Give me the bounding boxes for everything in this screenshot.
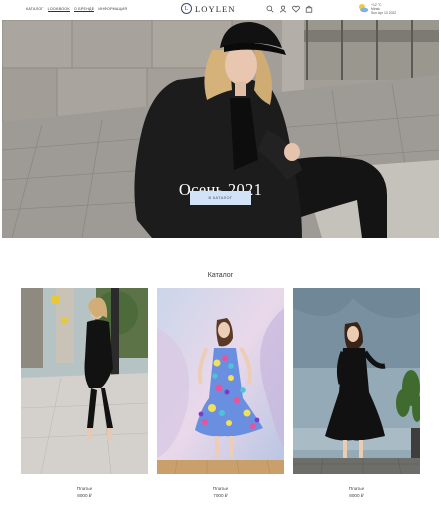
product-card[interactable]: Платье 8000 ₽ xyxy=(293,288,420,498)
hero-banner: Осень 2021 В КАТАЛОГ xyxy=(2,20,439,238)
weather-widget: +12 °C Minsk Sun Apr 10 2022 xyxy=(357,2,396,15)
site-header: КАТАЛОГ LOOKBOOK О БРЕНДЕ ИНФОРМАЦИЯ L L… xyxy=(0,0,441,20)
main-nav: КАТАЛОГ LOOKBOOK О БРЕНДЕ ИНФОРМАЦИЯ xyxy=(26,7,127,12)
weather-date: Sun Apr 10 2022 xyxy=(371,10,397,15)
product-image[interactable] xyxy=(293,288,420,474)
product-image[interactable] xyxy=(21,288,148,474)
logo-text: LOYLEN xyxy=(195,3,236,14)
product-image[interactable] xyxy=(157,288,284,474)
heart-icon[interactable] xyxy=(292,5,300,13)
nav-item-catalog[interactable]: КАТАЛОГ xyxy=(26,7,44,12)
product-price: 7000 ₽ xyxy=(213,493,228,498)
product-card[interactable]: Платье 7000 ₽ xyxy=(157,288,284,498)
catalog-title: Каталог xyxy=(207,272,234,279)
logo-mark: L xyxy=(181,3,192,14)
nav-item-about-brand[interactable]: О БРЕНДЕ xyxy=(74,7,95,12)
partly-cloudy-icon xyxy=(359,4,369,13)
header-actions xyxy=(266,5,313,13)
hero-image xyxy=(2,20,439,238)
product-price: 8000 ₽ xyxy=(77,493,92,498)
product-name: Платье xyxy=(212,486,229,491)
product-name: Платье xyxy=(76,486,93,491)
nav-item-information[interactable]: ИНФОРМАЦИЯ xyxy=(98,7,127,12)
bag-icon[interactable] xyxy=(305,5,313,13)
nav-item-lookbook[interactable]: LOOKBOOK xyxy=(47,7,70,12)
search-icon[interactable] xyxy=(266,5,274,13)
site-logo[interactable]: L LOYLEN xyxy=(181,3,236,14)
user-icon[interactable] xyxy=(279,5,287,13)
product-name: Платье xyxy=(348,486,365,491)
product-card[interactable]: Платье 8000 ₽ xyxy=(21,288,148,498)
catalog-button[interactable]: В КАТАЛОГ xyxy=(190,191,251,205)
product-price: 8000 ₽ xyxy=(349,493,364,498)
